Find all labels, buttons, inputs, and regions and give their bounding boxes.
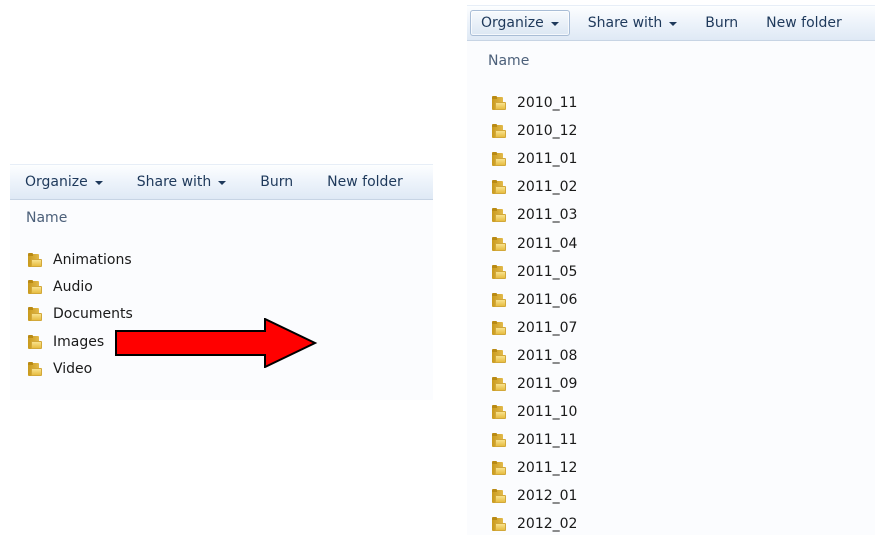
folder-name: Images bbox=[53, 333, 105, 350]
folder-icon bbox=[491, 292, 507, 307]
folder-name: 2012_01 bbox=[517, 488, 578, 505]
list-item[interactable]: Animations bbox=[27, 246, 133, 273]
folder-icon bbox=[27, 307, 43, 322]
folder-icon bbox=[491, 264, 507, 279]
folder-name: 2011_11 bbox=[517, 432, 578, 449]
list-item[interactable]: 2010_11 bbox=[491, 89, 577, 117]
folder-name: 2011_01 bbox=[517, 151, 578, 168]
folder-icon bbox=[491, 152, 507, 167]
name-column-header[interactable]: Name bbox=[26, 210, 67, 226]
arrow-shape bbox=[115, 318, 318, 368]
name-column-header[interactable]: Name bbox=[488, 53, 529, 69]
organize-label: Organize bbox=[25, 174, 88, 190]
share-with-label: Share with bbox=[136, 174, 212, 190]
list-item[interactable]: 2012_01 bbox=[491, 482, 577, 510]
folder-name: Audio bbox=[53, 279, 93, 296]
right-toolbar: Organize Share with Burn New folder bbox=[467, 5, 875, 41]
folder-name: 2011_10 bbox=[517, 404, 578, 421]
list-item[interactable]: 2011_04 bbox=[491, 229, 577, 257]
folder-icon bbox=[491, 96, 507, 111]
chevron-down-icon bbox=[669, 22, 678, 26]
folder-name: Video bbox=[53, 361, 93, 378]
folder-icon bbox=[27, 280, 43, 295]
folder-icon bbox=[491, 180, 507, 195]
folder-icon bbox=[491, 433, 507, 448]
folder-name: 2011_12 bbox=[517, 460, 578, 477]
burn-button[interactable]: Burn bbox=[695, 10, 748, 36]
burn-label: Burn bbox=[705, 15, 739, 31]
organize-label: Organize bbox=[481, 15, 544, 31]
folder-icon bbox=[491, 236, 507, 251]
folder-name: 2011_03 bbox=[517, 207, 578, 224]
folder-icon bbox=[491, 489, 507, 504]
folder-name: 2011_02 bbox=[517, 179, 578, 196]
list-item[interactable]: 2011_07 bbox=[491, 314, 577, 342]
list-item[interactable]: 2011_10 bbox=[491, 398, 577, 426]
folder-name: 2010_11 bbox=[517, 95, 578, 112]
folder-name: 2011_08 bbox=[517, 347, 578, 364]
chevron-down-icon bbox=[218, 181, 227, 185]
folder-icon bbox=[491, 208, 507, 223]
new-folder-label: New folder bbox=[327, 174, 403, 190]
share-with-button[interactable]: Share with bbox=[127, 169, 237, 195]
share-with-button[interactable]: Share with bbox=[578, 10, 688, 36]
folder-icon bbox=[491, 320, 507, 335]
chevron-down-icon bbox=[94, 181, 103, 185]
list-item[interactable]: Audio bbox=[27, 273, 133, 300]
share-with-label: Share with bbox=[587, 15, 663, 31]
folder-name: 2011_05 bbox=[517, 263, 578, 280]
folder-name: 2011_07 bbox=[517, 319, 578, 336]
folder-icon bbox=[491, 348, 507, 363]
folder-icon bbox=[491, 517, 507, 532]
list-item[interactable]: 2011_09 bbox=[491, 370, 577, 398]
folder-name: 2012_02 bbox=[517, 516, 578, 533]
right-folder-list: 2010_11 2010_12 2011_01 2011_02 2011_03 … bbox=[491, 89, 577, 539]
folder-icon bbox=[491, 124, 507, 139]
folder-name: 2010_12 bbox=[517, 123, 578, 140]
organize-button[interactable]: Organize bbox=[470, 10, 570, 36]
organize-button[interactable]: Organize bbox=[15, 169, 113, 195]
folder-name: 2011_09 bbox=[517, 375, 578, 392]
list-item[interactable]: 2011_05 bbox=[491, 258, 577, 286]
folder-icon bbox=[27, 252, 43, 267]
folder-icon bbox=[491, 461, 507, 476]
burn-label: Burn bbox=[260, 174, 294, 190]
list-item[interactable]: 2011_06 bbox=[491, 286, 577, 314]
list-item[interactable]: 2011_03 bbox=[491, 201, 577, 229]
new-folder-label: New folder bbox=[766, 15, 842, 31]
list-item[interactable]: 2011_02 bbox=[491, 173, 577, 201]
new-folder-button[interactable]: New folder bbox=[317, 169, 413, 195]
folder-icon bbox=[491, 405, 507, 420]
folder-name: 2011_06 bbox=[517, 291, 578, 308]
list-item[interactable]: 2011_08 bbox=[491, 342, 577, 370]
folder-icon bbox=[27, 362, 43, 377]
list-item[interactable]: 2011_12 bbox=[491, 454, 577, 482]
right-arrow-icon bbox=[115, 318, 318, 368]
list-item[interactable]: 2012_02 bbox=[491, 510, 577, 538]
list-item[interactable]: 2011_01 bbox=[491, 145, 577, 173]
left-toolbar: Organize Share with Burn New folder bbox=[10, 164, 433, 200]
folder-name: 2011_04 bbox=[517, 235, 578, 252]
list-item[interactable]: 2010_12 bbox=[491, 117, 577, 145]
folder-name: Animations bbox=[53, 251, 132, 268]
folder-icon bbox=[27, 334, 43, 349]
list-item[interactable]: 2011_11 bbox=[491, 426, 577, 454]
folder-icon bbox=[491, 376, 507, 391]
right-explorer-window: Organize Share with Burn New folder Name… bbox=[467, 5, 875, 535]
new-folder-button[interactable]: New folder bbox=[756, 10, 852, 36]
burn-button[interactable]: Burn bbox=[250, 169, 303, 195]
chevron-down-icon bbox=[550, 22, 559, 26]
